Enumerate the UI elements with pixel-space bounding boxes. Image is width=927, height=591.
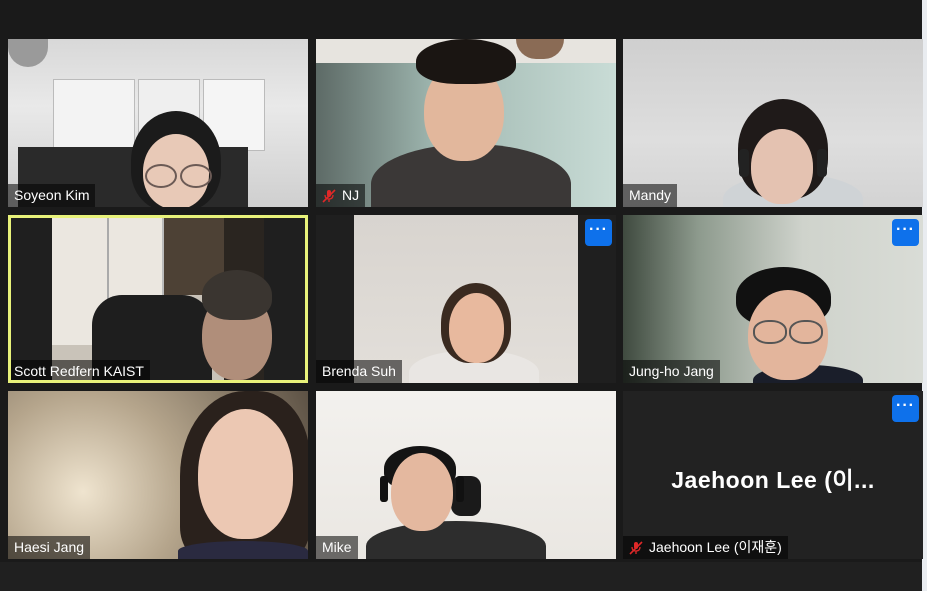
video-tile-mike[interactable]: Mike — [316, 391, 616, 559]
participant-name-tag: Scott Redfern KAIST — [8, 360, 150, 383]
participant-name-tag: Soyeon Kim — [8, 184, 96, 207]
video-tile-soyeon-kim[interactable]: Soyeon Kim — [8, 39, 308, 207]
participant-video — [52, 215, 272, 383]
participant-video — [316, 391, 616, 559]
video-tile-jaehoon-lee[interactable]: Jaehoon Lee (이... Jaehoon Lee (이재훈) ··· — [623, 391, 923, 559]
bottom-strip — [0, 562, 922, 591]
participant-name: Mike — [322, 539, 352, 555]
participant-video — [354, 215, 578, 383]
video-tile-scott-redfern[interactable]: Scott Redfern KAIST — [8, 215, 308, 383]
video-tile-nj[interactable]: NJ — [316, 39, 616, 207]
participant-name: Soyeon Kim — [14, 187, 90, 203]
participant-name-tag: Jaehoon Lee (이재훈) — [623, 536, 788, 559]
microphone-muted-icon — [629, 540, 643, 555]
participant-video — [8, 391, 308, 559]
participant-name: NJ — [342, 187, 360, 203]
participant-name: Scott Redfern KAIST — [14, 363, 144, 379]
participant-name: Brenda Suh — [322, 363, 396, 379]
more-options-button[interactable]: ··· — [585, 219, 612, 246]
participant-name: Mandy — [629, 187, 672, 203]
participant-name-tag: Mike — [316, 536, 358, 559]
video-tile-mandy[interactable]: Mandy — [623, 39, 923, 207]
more-options-icon: ··· — [896, 397, 915, 414]
video-tile-brenda-suh[interactable]: Brenda Suh ··· — [316, 215, 616, 383]
participant-display-name: Jaehoon Lee (이... — [671, 467, 875, 493]
more-options-button[interactable]: ··· — [892, 395, 919, 422]
more-options-icon: ··· — [589, 221, 608, 238]
participant-name-tag: Jung-ho Jang — [623, 360, 720, 383]
participant-video — [8, 39, 308, 207]
participant-name-tag: Brenda Suh — [316, 360, 402, 383]
participant-name-tag: NJ — [316, 184, 366, 207]
participant-name: Haesi Jang — [14, 539, 85, 555]
video-tile-jung-ho-jang[interactable]: Jung-ho Jang ··· — [623, 215, 923, 383]
participant-video — [316, 39, 616, 207]
participant-name: Jaehoon Lee (이재훈) — [649, 539, 782, 555]
participant-video — [623, 215, 923, 383]
more-options-button[interactable]: ··· — [892, 219, 919, 246]
video-tile-haesi-jang[interactable]: Haesi Jang — [8, 391, 308, 559]
microphone-muted-icon — [322, 188, 336, 203]
participant-name: Jung-ho Jang — [629, 363, 714, 379]
participant-video — [623, 39, 923, 207]
more-options-icon: ··· — [896, 221, 915, 238]
participant-name-tag: Haesi Jang — [8, 536, 91, 559]
participant-name-tag: Mandy — [623, 184, 678, 207]
